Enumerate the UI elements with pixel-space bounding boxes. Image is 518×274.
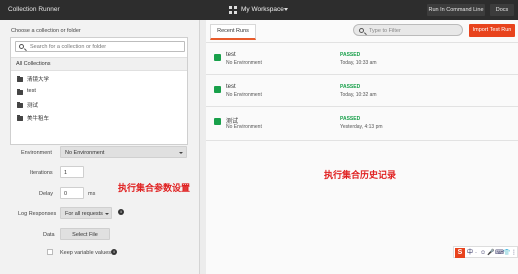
filter-input[interactable]: Type to Filter <box>353 24 463 36</box>
tab-recent-runs[interactable]: Recent Runs <box>210 24 256 40</box>
run-time: Today, 10:32 am <box>340 92 377 98</box>
log-responses-select[interactable]: For all requests <box>60 207 112 219</box>
ime-punctuation-icon[interactable]: · <box>475 249 477 257</box>
delay-input[interactable]: 0 <box>60 187 84 199</box>
workspace-selector[interactable]: My Workspace <box>241 6 284 13</box>
folder-icon <box>17 88 23 95</box>
run-status: PASSED <box>340 116 361 122</box>
docs-button[interactable]: Docs <box>490 4 514 16</box>
workspace-grid-icon[interactable] <box>229 6 237 14</box>
log-responses-value: For all requests <box>65 210 103 217</box>
delay-unit: ms <box>88 191 96 197</box>
all-collections-label: All Collections <box>16 61 51 67</box>
search-icon <box>359 27 364 33</box>
run-row[interactable]: test No Environment PASSED Today, 10:33 … <box>206 44 518 76</box>
app-title: Collection Runner <box>8 6 60 13</box>
recent-runs-panel: Recent Runs Type to Filter Import Test R… <box>206 20 518 274</box>
iterations-input[interactable]: 1 <box>60 166 84 178</box>
run-environment: No Environment <box>226 92 262 98</box>
search-icon <box>19 44 24 49</box>
passed-status-icon <box>214 54 221 61</box>
import-test-run-button[interactable]: Import Test Run <box>469 24 515 37</box>
collection-item[interactable]: 清镜大学 <box>17 74 193 86</box>
data-label: Data <box>43 232 55 238</box>
divider <box>206 140 518 141</box>
run-status: PASSED <box>340 52 361 58</box>
chevron-down-icon[interactable] <box>284 8 288 11</box>
ime-more-icon[interactable]: ⋮⋮ <box>511 249 518 257</box>
environment-label: Environment <box>21 150 52 156</box>
collection-item[interactable]: test <box>17 87 193 99</box>
collection-label: test <box>27 88 36 94</box>
log-responses-label: Log Responses <box>18 211 57 217</box>
select-file-button[interactable]: Select File <box>60 228 110 240</box>
search-placeholder: Search for a collection or folder <box>30 44 107 50</box>
collection-label: 美牛租车 <box>27 116 50 122</box>
passed-status-icon <box>214 118 221 125</box>
choose-collection-label: Choose a collection or folder <box>11 28 81 34</box>
keep-variable-values-label: Keep variable values <box>60 250 112 256</box>
collection-item[interactable]: 美牛租车 <box>17 113 193 125</box>
folder-icon <box>17 75 23 82</box>
ime-skin-icon[interactable]: 👕 <box>503 249 510 257</box>
run-time: Today, 10:33 am <box>340 60 377 66</box>
run-environment: No Environment <box>226 124 262 130</box>
divider <box>206 74 518 75</box>
folder-icon <box>17 101 23 108</box>
collection-item[interactable]: 测试 <box>17 100 193 112</box>
run-time: Yesterday, 4:13 pm <box>340 124 383 130</box>
environment-value: No Environment <box>65 149 105 156</box>
run-row[interactable]: test No Environment PASSED Today, 10:32 … <box>206 76 518 108</box>
divider <box>206 106 518 107</box>
delay-value: 0 <box>64 190 68 197</box>
divider <box>206 42 518 43</box>
run-row[interactable]: 测试 No Environment PASSED Yesterday, 4:13… <box>206 108 518 140</box>
run-in-command-line-button[interactable]: Run In Command Line <box>427 4 485 16</box>
passed-status-icon <box>214 86 221 93</box>
collection-label: 清镜大学 <box>27 77 50 83</box>
keep-variable-values-checkbox[interactable] <box>47 249 53 255</box>
tab-recent-runs-label: Recent Runs <box>217 28 249 34</box>
select-file-label: Select File <box>72 231 98 238</box>
run-status: PASSED <box>340 84 361 90</box>
info-icon[interactable]: i <box>118 209 124 215</box>
settings-annotation: 执行集合参数设置 <box>118 183 191 193</box>
folder-icon <box>17 114 23 121</box>
info-icon[interactable]: i <box>111 249 117 255</box>
ime-chinese-mode-icon[interactable]: 中 <box>467 249 473 257</box>
all-collections-breadcrumb[interactable]: All Collections <box>11 57 187 71</box>
chevron-down-icon <box>105 213 109 215</box>
delay-label: Delay <box>39 191 54 197</box>
sogou-logo-icon[interactable]: S <box>455 248 465 258</box>
runner-settings-panel: Choose a collection or folder Search for… <box>0 20 200 274</box>
ime-voice-icon[interactable]: 🎤 <box>487 249 494 257</box>
run-name: test <box>226 52 236 58</box>
collection-search-input[interactable]: Search for a collection or folder <box>15 41 185 52</box>
top-bar: Collection Runner My Workspace Run In Co… <box>0 0 518 20</box>
history-annotation: 执行集合历史记录 <box>324 170 397 180</box>
ime-emoji-icon[interactable]: ☺ <box>480 249 486 257</box>
environment-select[interactable]: No Environment <box>60 146 187 158</box>
run-environment: No Environment <box>226 60 262 66</box>
ime-toolbar[interactable]: S 中 · ☺ 🎤 ⌨ 👕 ⋮⋮ <box>453 246 518 258</box>
collection-picker: Search for a collection or folder All Co… <box>10 37 188 145</box>
run-name: test <box>226 84 236 90</box>
iterations-value: 1 <box>64 169 68 176</box>
chevron-down-icon <box>179 152 183 154</box>
filter-placeholder: Type to Filter <box>369 27 401 34</box>
iterations-label: Iterations <box>30 170 53 176</box>
collection-label: 测试 <box>27 103 39 109</box>
